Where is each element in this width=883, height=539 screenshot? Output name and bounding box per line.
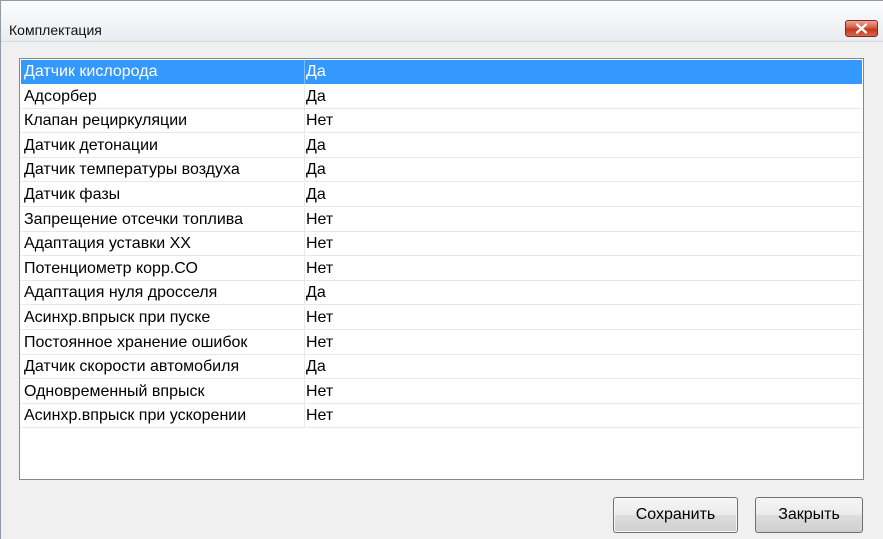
column-separator: [304, 404, 305, 429]
column-separator: [304, 158, 305, 183]
option-name: Датчик детонации: [24, 136, 158, 154]
list-item[interactable]: Одновременный впрыск Нет: [21, 379, 862, 404]
list-item[interactable]: Датчик скорости автомобиля Да: [21, 355, 862, 380]
list-item[interactable]: Асинхр.впрыск при пуске Нет: [21, 306, 862, 330]
option-value: Да: [306, 186, 326, 203]
option-name: Датчик кислорода: [24, 63, 158, 80]
option-name: Клапан рециркуляции: [24, 112, 188, 130]
list-item[interactable]: Постоянное хранение ошибок Нет: [21, 330, 862, 355]
option-name: Датчик фазы: [24, 186, 121, 203]
option-value: Нет: [306, 259, 334, 277]
column-separator: [304, 306, 305, 330]
column-separator: [304, 60, 305, 84]
list-item[interactable]: Датчик температуры воздуха Да: [21, 158, 862, 183]
option-name: Одновременный впрыск: [24, 382, 205, 400]
option-value: Да: [306, 161, 326, 179]
column-separator: [304, 379, 305, 404]
title-bar[interactable]: Комплектация: [1, 1, 883, 42]
column-separator: [304, 355, 305, 380]
list-item[interactable]: Датчик фазы Да: [21, 183, 862, 207]
window-title: Комплектация: [9, 22, 102, 38]
close-x-icon: [855, 23, 868, 34]
list-item[interactable]: Адсорбер Да: [21, 84, 862, 109]
window-close-button[interactable]: [845, 20, 878, 37]
option-name: Потенциометр корр.СО: [24, 259, 198, 277]
option-value: Нет: [306, 210, 334, 228]
option-value: Да: [306, 63, 326, 80]
option-value: Да: [306, 284, 326, 302]
settings-dialog: Комплектация Датчик кислорода Да Адсорбер Д…: [0, 0, 883, 539]
option-name: Адаптация уставки ХХ: [24, 235, 191, 253]
option-name: Постоянное хранение ошибок: [24, 333, 248, 351]
column-separator: [304, 232, 305, 257]
column-separator: [304, 330, 305, 355]
option-value: Да: [306, 358, 326, 376]
option-name: Датчик температуры воздуха: [24, 161, 240, 179]
option-value: Да: [306, 87, 326, 105]
column-separator: [304, 183, 305, 207]
option-value: Нет: [306, 112, 334, 130]
option-value: Нет: [306, 407, 334, 425]
close-button[interactable]: Закрыть: [755, 497, 863, 533]
column-separator: [304, 281, 305, 306]
column-separator: [304, 84, 305, 109]
column-separator: [304, 207, 305, 232]
list-item[interactable]: Запрещение отсечки топлива Нет: [21, 207, 862, 232]
list-item[interactable]: Асинхр.впрыск при ускорении Нет: [21, 404, 862, 429]
option-value: Нет: [306, 382, 334, 400]
option-name: Адаптация нуля дросселя: [24, 284, 218, 302]
column-separator: [304, 256, 305, 281]
column-separator: [304, 133, 305, 158]
column-separator: [304, 109, 305, 134]
save-button[interactable]: Сохранить: [613, 497, 738, 533]
list-item[interactable]: Датчик кислорода Да: [21, 60, 862, 84]
option-name: Запрещение отсечки топлива: [24, 210, 244, 228]
option-value: Да: [306, 136, 326, 154]
option-name: Асинхр.впрыск при пуске: [24, 309, 211, 326]
list-item[interactable]: Датчик детонации Да: [21, 133, 862, 158]
option-name: Адсорбер: [24, 87, 97, 105]
options-list[interactable]: Датчик кислорода Да Адсорбер Да Клапан рецир…: [19, 58, 864, 480]
option-name: Асинхр.впрыск при ускорении: [24, 407, 247, 425]
option-name: Датчик скорости автомобиля: [24, 358, 240, 376]
list-item[interactable]: Адаптация нуля дросселя Да: [21, 281, 862, 306]
list-item[interactable]: Клапан рециркуляции Нет: [21, 109, 862, 134]
option-value: Нет: [306, 333, 334, 351]
option-value: Нет: [306, 235, 334, 253]
list-item[interactable]: Потенциометр корр.СО Нет: [21, 256, 862, 281]
option-value: Нет: [306, 309, 334, 326]
list-item[interactable]: Адаптация уставки ХХ Нет: [21, 232, 862, 257]
